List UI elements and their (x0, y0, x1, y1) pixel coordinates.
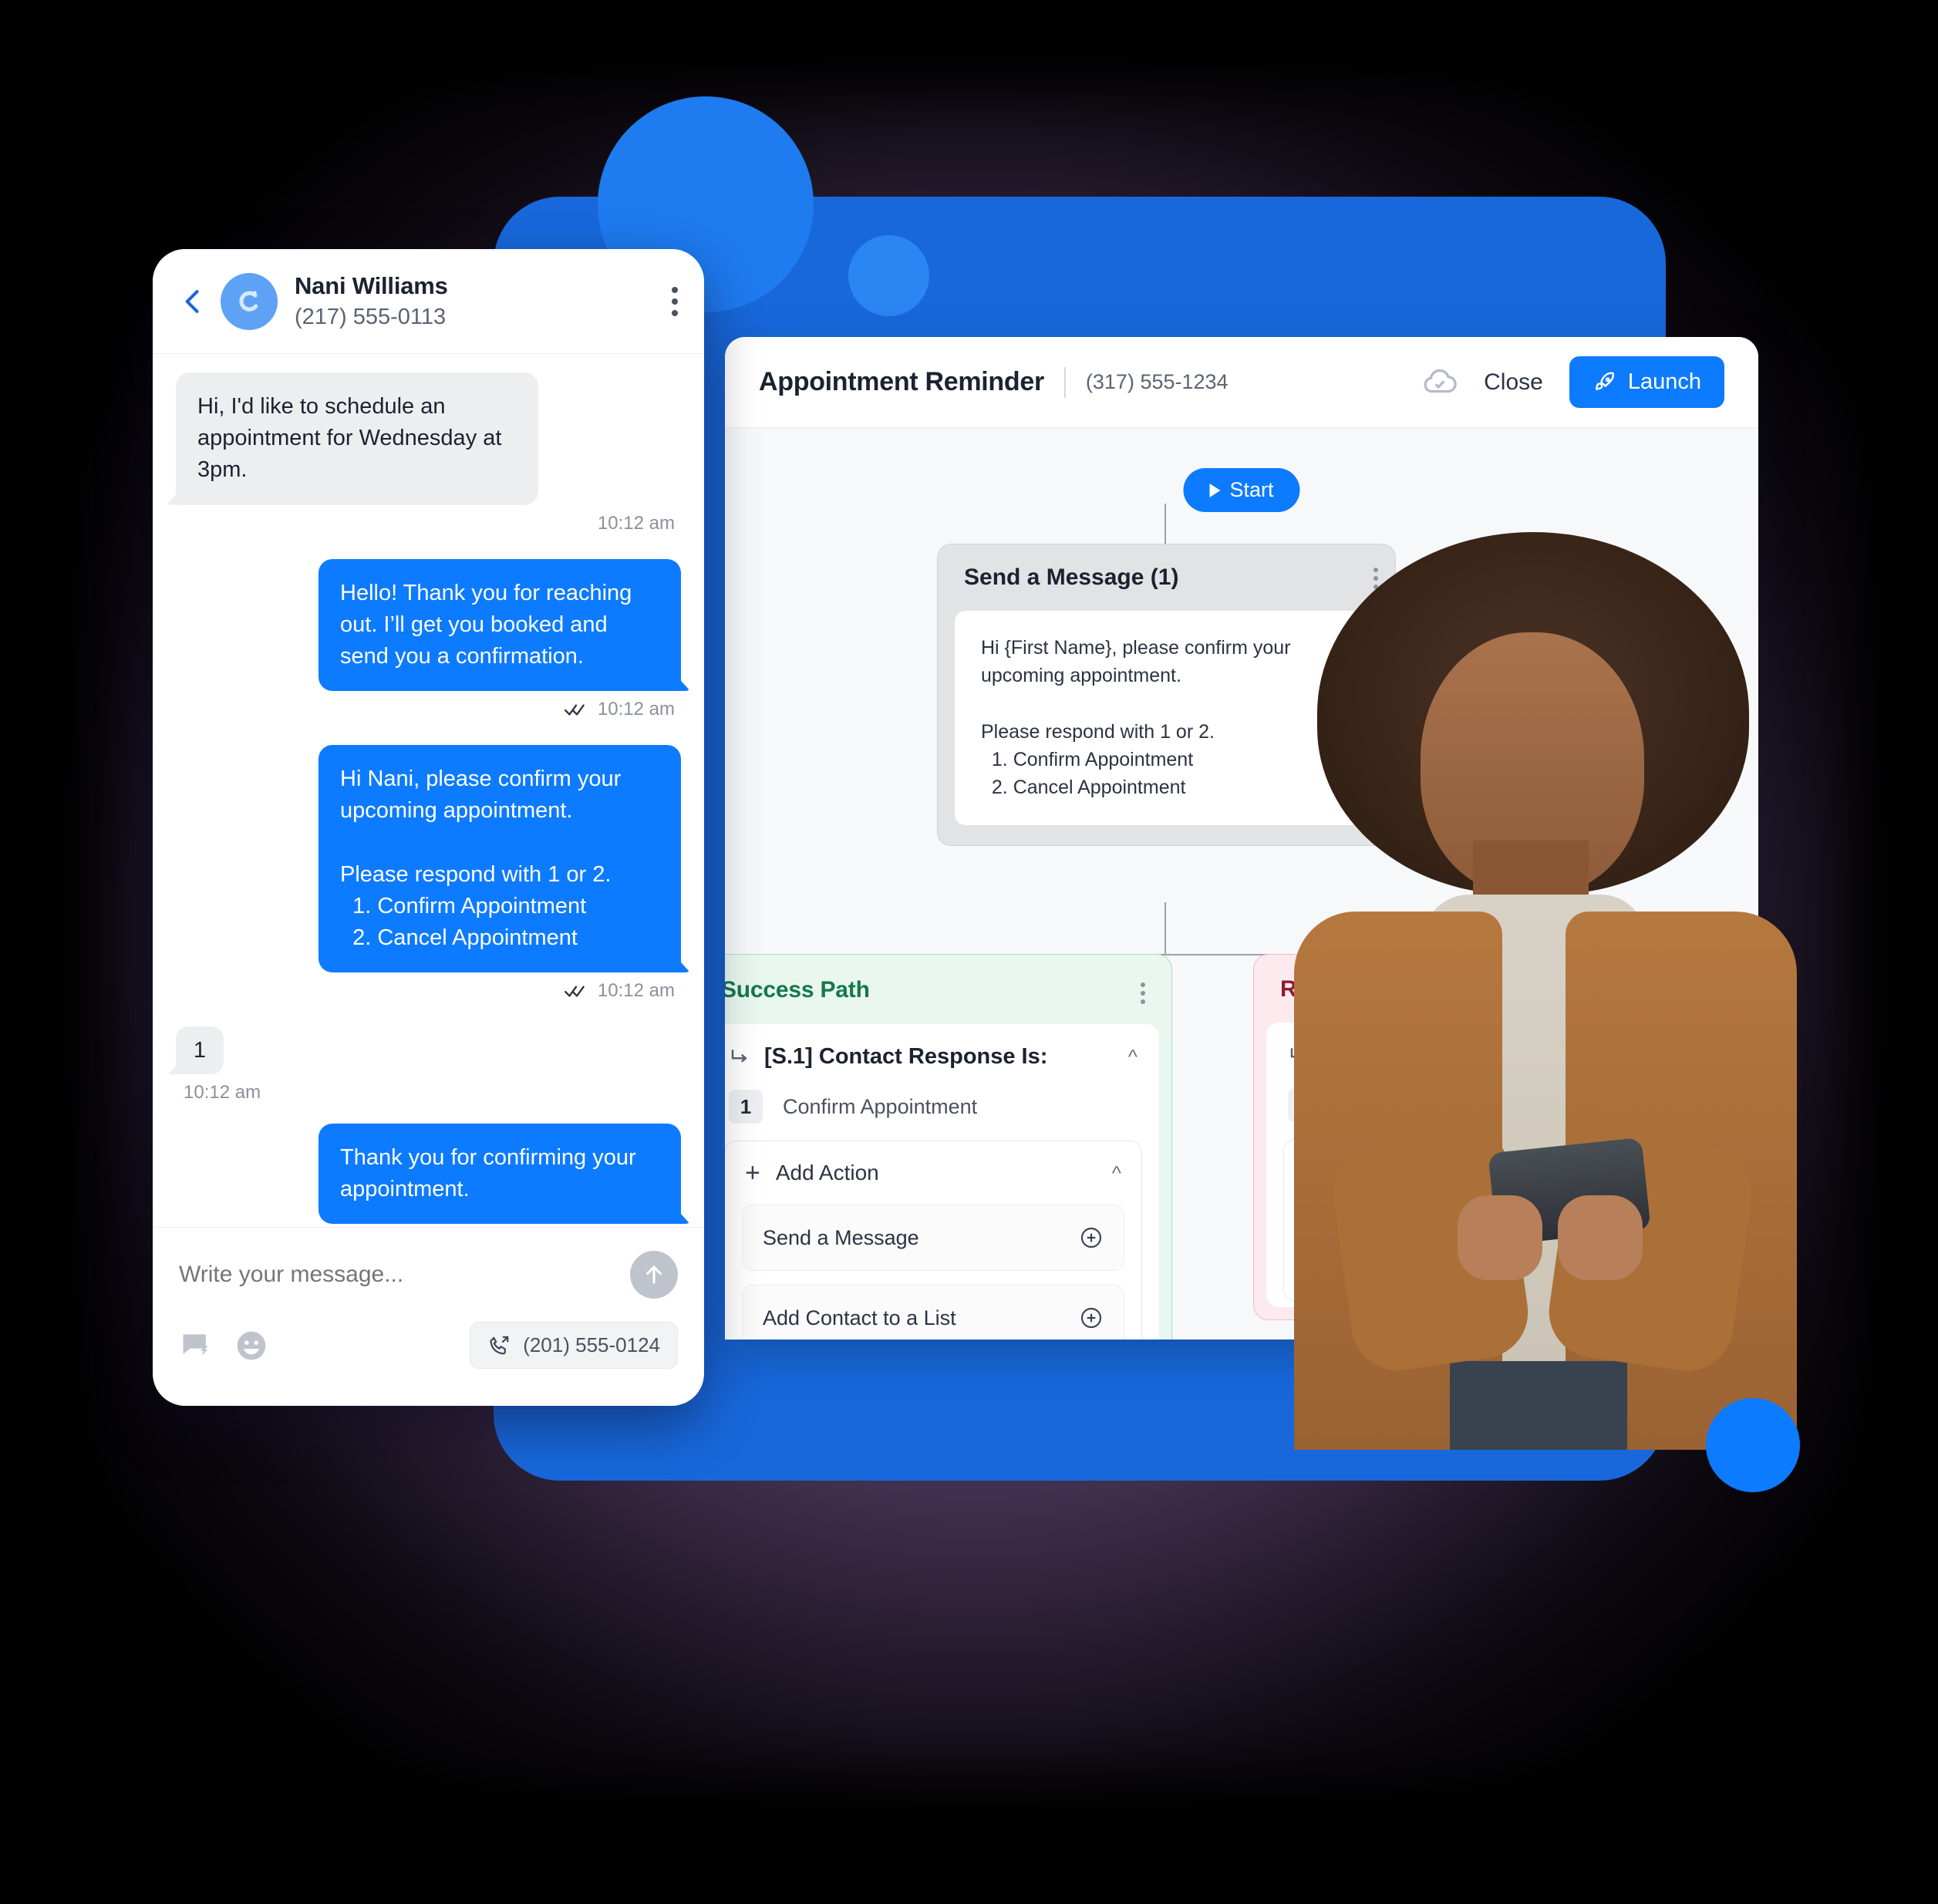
quick-reply-icon[interactable] (179, 1329, 213, 1363)
chevron-left-icon[interactable] (176, 285, 210, 318)
branch-arrow-icon (731, 1049, 747, 1062)
message-meta: 10:12 am (176, 980, 675, 1002)
chevron-up-icon[interactable]: ^ (1128, 1045, 1138, 1069)
play-icon (1209, 483, 1221, 497)
chat-contact-info: Nani Williams (217) 555-0113 (295, 272, 448, 330)
success-path-title: Success Path (725, 977, 870, 1003)
launch-button-label: Launch (1627, 369, 1701, 394)
kebab-menu-icon[interactable] (1141, 976, 1145, 1004)
start-node-label: Start (1229, 478, 1274, 501)
success-response-number: 1 (729, 1090, 763, 1124)
workflow-title: Appointment Reminder (759, 367, 1044, 396)
kebab-menu-icon[interactable] (672, 286, 678, 316)
message-row-outgoing: Hello! Thank you for reaching out. I’ll … (176, 558, 681, 692)
emoji-smile-icon[interactable] (234, 1329, 268, 1363)
composer-tools-row: (201) 555-0124 (179, 1322, 678, 1369)
workflow-header-actions: Close Launch (1422, 356, 1724, 408)
success-condition-label: [S.1] Contact Response Is: (764, 1044, 1048, 1069)
blue-circle-bottom-right-decor (1706, 1398, 1800, 1492)
message-bubble: Hello! Thank you for reaching out. I’ll … (319, 558, 681, 692)
message-bubble: 1 (176, 1026, 224, 1075)
brand-logo-icon (239, 290, 258, 312)
add-action-label: Add Action (775, 1161, 879, 1185)
blue-circle-small-decor (848, 235, 929, 316)
send-message-button[interactable] (630, 1251, 678, 1299)
connector-node-down (1164, 902, 1166, 955)
person-hand-right (1558, 1195, 1643, 1280)
success-response-row: 1 Confirm Appointment (725, 1085, 1159, 1141)
action-label: Add Contact to a List (763, 1306, 956, 1329)
message-row-incoming: Hi, I'd like to schedule an appointment … (176, 372, 681, 505)
message-timestamp: 10:12 am (597, 980, 675, 1002)
message-bubble: Thank you for confirming your appointmen… (319, 1124, 681, 1225)
plus-circle-icon[interactable] (1079, 1306, 1104, 1330)
chat-conversation-window: Nani Williams (217) 555-0113 Hi, I'd lik… (153, 249, 704, 1406)
message-timestamp: 10:12 am (184, 1082, 261, 1104)
chat-composer: (201) 555-0124 (153, 1227, 704, 1395)
success-condition-row[interactable]: [S.1] Contact Response Is: ^ (725, 1024, 1159, 1085)
message-timestamp: 10:12 am (597, 699, 675, 720)
phone-outgoing-icon (490, 1336, 509, 1354)
send-message-node-title: Send a Message (1) (964, 564, 1179, 590)
action-list-item[interactable]: Send a Message (742, 1205, 1124, 1271)
person-hand-left (1458, 1195, 1542, 1280)
from-number-label: (201) 555-0124 (523, 1333, 660, 1356)
success-path-header: Success Path (725, 955, 1171, 1024)
plus-icon: + (745, 1158, 760, 1188)
from-number-chip[interactable]: (201) 555-0124 (470, 1322, 678, 1369)
message-timestamp: 10:12 am (597, 512, 675, 534)
message-input[interactable] (179, 1262, 630, 1288)
message-bubble: Hi, I'd like to schedule an appointment … (176, 372, 538, 505)
person-jeans (1450, 1361, 1627, 1450)
message-row-incoming: 1 (176, 1026, 681, 1075)
plus-circle-icon[interactable] (1079, 1225, 1104, 1250)
double-check-icon (564, 704, 585, 716)
message-bubble: Hi Nani, please confirm your upcoming ap… (319, 745, 681, 973)
workflow-phone-number: (317) 555-1234 (1085, 370, 1229, 393)
action-list-item[interactable]: Add Contact to a List (742, 1285, 1124, 1340)
connector-start-to-node (1164, 504, 1166, 545)
composer-input-row (179, 1251, 678, 1299)
add-action-header[interactable]: + Add Action ^ (725, 1141, 1141, 1205)
message-row-outgoing: Hi Nani, please confirm your upcoming ap… (176, 745, 681, 973)
message-meta: 10:12 am (184, 1082, 681, 1104)
start-node[interactable]: Start (1183, 468, 1300, 512)
workflow-header: Appointment Reminder (317) 555-1234 Clos… (725, 337, 1758, 428)
action-label: Send a Message (763, 1225, 919, 1249)
message-meta: 10:12 am (176, 513, 675, 534)
success-path-card[interactable]: Success Path [S.1] Contact Response Is: … (725, 954, 1172, 1340)
rocket-icon (1595, 372, 1614, 390)
message-meta: 10:12 am (176, 699, 675, 720)
chevron-up-icon[interactable]: ^ (1112, 1161, 1121, 1185)
success-add-action-box: + Add Action ^ Send a Message Add Contac… (725, 1141, 1142, 1340)
composition-stage: Appointment Reminder (317) 555-1234 Clos… (0, 0, 1938, 1904)
avatar (221, 272, 278, 330)
header-divider (1063, 366, 1066, 398)
chat-header: Nani Williams (217) 555-0113 (153, 249, 704, 354)
person-photo (1226, 532, 1843, 1450)
chat-contact-name: Nani Williams (295, 272, 448, 299)
chat-message-list: Hi, I'd like to schedule an appointment … (153, 354, 704, 1227)
cloud-check-icon[interactable] (1422, 365, 1458, 400)
success-path-body: [S.1] Contact Response Is: ^ 1 Confirm A… (725, 1024, 1159, 1340)
double-check-icon (564, 986, 585, 997)
chat-contact-phone: (217) 555-0113 (295, 305, 447, 329)
close-button[interactable]: Close (1484, 369, 1543, 396)
launch-button[interactable]: Launch (1569, 356, 1724, 408)
success-response-text: Confirm Appointment (783, 1094, 978, 1118)
arrow-up-icon (645, 1265, 662, 1284)
message-row-outgoing: Thank you for confirming your appointmen… (176, 1124, 681, 1225)
